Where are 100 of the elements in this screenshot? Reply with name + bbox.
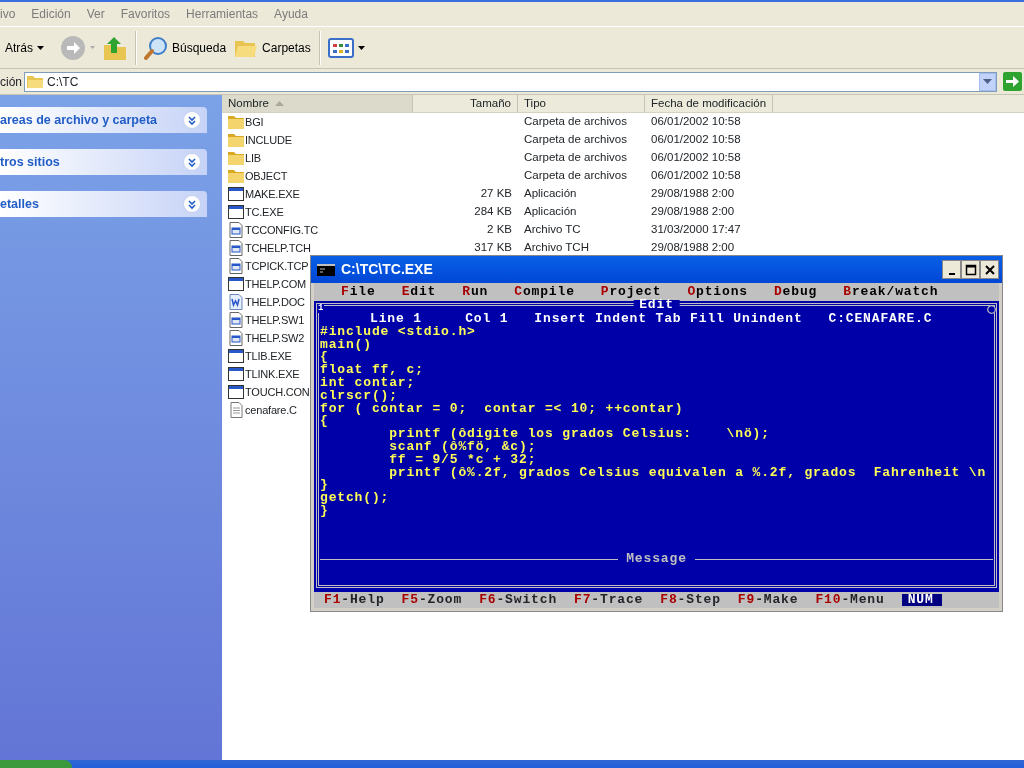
- file-name[interactable]: TC.EXE: [245, 203, 284, 221]
- document-icon: [228, 294, 244, 310]
- menu-item[interactable]: Edición: [31, 5, 71, 23]
- function-key-hint[interactable]: F9-Make: [737, 593, 799, 607]
- file-icon: [228, 312, 244, 328]
- caret-icon: [357, 45, 365, 50]
- menu-item[interactable]: Edit: [401, 285, 437, 299]
- task-panel-header[interactable]: etalles: [0, 191, 207, 217]
- menu-item[interactable]: Break/watch: [843, 285, 939, 299]
- sort-arrow-icon: [274, 101, 284, 106]
- folder-arrow-icon: [103, 34, 127, 61]
- window-icon: [228, 348, 244, 364]
- caret-icon: [983, 79, 992, 84]
- window-title: C:\TC\TC.EXE: [341, 260, 433, 279]
- menu-item[interactable]: Options: [687, 285, 748, 299]
- file-type: Carpeta de archivos: [524, 133, 627, 146]
- window-number: 1: [318, 304, 325, 313]
- file-type: Carpeta de archivos: [524, 115, 627, 128]
- code-line: float ff, c;: [320, 364, 425, 377]
- file-type: Carpeta de archivos: [524, 169, 627, 182]
- file-name[interactable]: INCLUDE: [245, 131, 292, 149]
- file-date: 29/08/1988 2:00: [651, 241, 735, 254]
- go-button[interactable]: [1003, 72, 1022, 91]
- column-header[interactable]: Fecha de modificación: [645, 95, 774, 112]
- task-panel-header[interactable]: tros sitios: [0, 149, 207, 175]
- file-name[interactable]: BGI: [245, 113, 264, 131]
- file-size: 284 KB: [474, 204, 512, 220]
- function-key-hint[interactable]: F5-Zoom: [401, 593, 463, 607]
- menu-item[interactable]: Favoritos: [120, 5, 171, 23]
- window-icon: [228, 276, 244, 292]
- code-line: getch();: [320, 492, 391, 505]
- code-line: ff = 9/5 *c + 32;: [388, 453, 538, 467]
- file-icon: [228, 330, 244, 346]
- address-field[interactable]: C:\TC: [24, 71, 997, 92]
- grid-view-icon: [327, 37, 354, 58]
- file-type: Carpeta de archivos: [524, 151, 627, 164]
- file-name[interactable]: THELP.DOC: [245, 293, 305, 311]
- caret-icon: [37, 45, 44, 50]
- file-name[interactable]: THELP.SW2: [245, 329, 305, 347]
- file-date: 29/08/1988 2:00: [651, 205, 735, 218]
- file-type: Aplicación: [524, 205, 577, 218]
- menu-item[interactable]: File: [341, 285, 376, 299]
- code-line: }: [320, 504, 329, 518]
- menu-item[interactable]: P roject: [600, 285, 662, 299]
- maximize-button[interactable]: [961, 260, 980, 279]
- caret-icon: [90, 46, 95, 49]
- minimize-button[interactable]: [942, 260, 961, 279]
- menu-item[interactable]: Debug: [773, 285, 818, 299]
- function-key-hint[interactable]: F7-Trace: [574, 593, 644, 607]
- close-button[interactable]: [980, 260, 999, 279]
- file-name[interactable]: TOUCH.CON: [245, 383, 310, 401]
- text-file-icon: [228, 402, 244, 418]
- function-key-hint[interactable]: F1-Help: [324, 593, 385, 607]
- menu-item[interactable]: Herramientas: [186, 5, 259, 23]
- folders-button[interactable]: Carpetas: [230, 34, 315, 61]
- function-key-hint[interactable]: F10-Menu: [815, 593, 885, 607]
- function-key-hint[interactable]: F6-Switch: [479, 593, 558, 607]
- function-key-hint[interactable]: F8-Step: [660, 593, 721, 607]
- code-line: main(): [320, 338, 373, 352]
- start-button[interactable]: [0, 760, 72, 768]
- window-icon: [228, 384, 244, 400]
- zoom-icon[interactable]: [987, 305, 996, 314]
- code-line: clrscr();: [320, 389, 398, 403]
- close-icon: [983, 263, 996, 276]
- editor-title: Edit: [633, 300, 680, 310]
- file-name[interactable]: cenafare.C: [245, 401, 297, 419]
- code-line: for ( contar = 0; contar =< 10; ++contar): [320, 402, 685, 416]
- column-header[interactable]: Nombre: [222, 95, 413, 112]
- file-name[interactable]: MAKE.EXE: [245, 185, 300, 203]
- file-name[interactable]: THELP.SW1: [245, 311, 305, 329]
- back-button[interactable]: Atrás: [0, 36, 48, 59]
- file-name[interactable]: THELP.COM: [245, 275, 306, 293]
- task-panel-header[interactable]: areas de archivo y carpeta: [0, 107, 207, 133]
- file-name[interactable]: OBJECT: [245, 167, 288, 185]
- column-header[interactable]: Tamaño: [413, 95, 518, 112]
- menu-item[interactable]: ivo: [0, 5, 16, 23]
- search-button[interactable]: Búsqueda: [140, 33, 231, 62]
- menu-item[interactable]: Ayuda: [274, 5, 308, 23]
- menu-item[interactable]: Compile: [514, 285, 575, 299]
- folder-icon: [228, 150, 244, 166]
- maximize-icon: [964, 263, 977, 276]
- file-name[interactable]: TLIB.EXE: [245, 347, 292, 365]
- code-line: scanf (ô%fö, &c);: [388, 440, 538, 454]
- file-date: 06/01/2002 10:58: [651, 151, 741, 164]
- file-name[interactable]: TCHELP.TCH: [245, 239, 311, 257]
- folder-icon: [228, 114, 244, 130]
- menu-item[interactable]: Run: [462, 285, 489, 299]
- folder-icon: [27, 75, 43, 88]
- column-header[interactable]: Tipo: [518, 95, 645, 112]
- code-line: printf (ôdigite los grados Celsius: \nö);: [388, 428, 771, 441]
- dropdown-button[interactable]: [979, 72, 996, 91]
- file-date: 06/01/2002 10:58: [651, 169, 741, 182]
- file-name[interactable]: TCCONFIG.TC: [245, 221, 318, 239]
- file-type: Aplicación: [524, 187, 577, 200]
- code-line: int contar;: [320, 377, 417, 390]
- file-name[interactable]: TCPICK.TCP: [245, 257, 309, 275]
- menu-item[interactable]: Ver: [86, 5, 105, 23]
- file-size: 27 KB: [480, 186, 512, 202]
- file-name[interactable]: LIB: [245, 149, 261, 167]
- file-name[interactable]: TLINK.EXE: [245, 365, 300, 383]
